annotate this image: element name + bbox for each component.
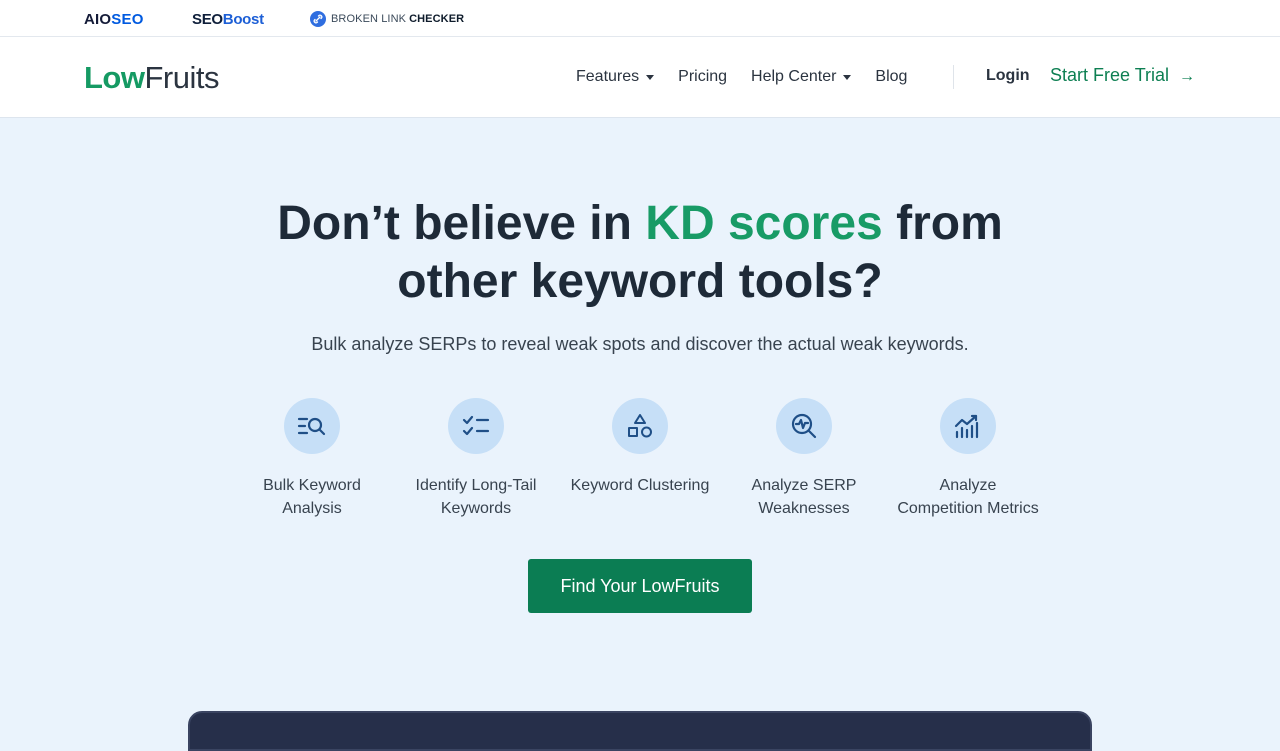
feature-label-line1: Bulk Keyword xyxy=(263,477,361,494)
chevron-down-icon xyxy=(843,75,852,80)
hero-title-part1: Don’t believe in xyxy=(277,197,646,250)
find-your-lowfruits-button[interactable]: Find Your LowFruits xyxy=(528,559,752,613)
seoboost-logo-part1: SEO xyxy=(192,10,223,28)
bulk-search-icon xyxy=(284,398,340,454)
hero-title-part2: from xyxy=(882,197,1003,250)
chart-metrics-icon xyxy=(940,398,996,454)
aioseo-logo-part2: SEO xyxy=(111,10,144,28)
aioseo-logo-part1: AIO xyxy=(84,10,112,28)
feature-serp-weaknesses: Analyze SERP Weaknesses xyxy=(722,398,886,520)
nav-item-label: Pricing xyxy=(678,68,728,85)
nav-item-pricing[interactable]: Pricing xyxy=(678,68,727,86)
hero-title-line2: other keyword tools? xyxy=(397,255,883,308)
feature-label-line2: Analysis xyxy=(282,500,342,517)
feature-label-line2: Weaknesses xyxy=(758,500,850,517)
arrow-right-icon: → xyxy=(1179,68,1196,85)
nav-item-help-center[interactable]: Help Center xyxy=(751,68,852,86)
serp-analysis-icon xyxy=(776,398,832,454)
feature-label-line1: Identify Long-Tail xyxy=(415,477,537,494)
app-preview-window xyxy=(188,711,1092,751)
feature-competition-metrics: Analyze Competition Metrics xyxy=(886,398,1050,520)
feature-label-line1: Analyze SERP xyxy=(751,477,857,494)
nav-item-label: Blog xyxy=(875,68,908,85)
main-nav: Features Pricing Help Center Blog xyxy=(576,65,931,89)
trial-label: Start Free Trial xyxy=(1050,65,1170,85)
nav-item-blog[interactable]: Blog xyxy=(875,68,907,86)
nav-item-label: Help Center xyxy=(751,68,837,85)
logo-part2: Fruits xyxy=(144,60,220,95)
feature-label-line2: Competition Metrics xyxy=(897,500,1039,517)
aioseo-logo[interactable]: AIO SEO xyxy=(84,10,144,28)
start-free-trial-link[interactable]: Start Free Trial → xyxy=(1050,65,1195,86)
nav-item-label: Features xyxy=(576,68,640,85)
hero-subtitle: Bulk analyze SERPs to reveal weak spots … xyxy=(311,334,969,354)
seoboost-logo-part2: Boost xyxy=(222,10,264,28)
nav-item-features[interactable]: Features xyxy=(576,68,655,86)
feature-label-line2: Keywords xyxy=(440,500,512,517)
broken-link-checker-logo[interactable]: BROKEN LINK CHECKER xyxy=(310,10,464,28)
feature-long-tail-keywords: Identify Long-Tail Keywords xyxy=(394,398,558,520)
seoboost-logo[interactable]: SEO Boost xyxy=(192,10,264,28)
chevron-down-icon xyxy=(646,75,655,80)
site-header: Low Fruits Features Pricing Help Center B… xyxy=(0,37,1280,118)
checklist-icon xyxy=(448,398,504,454)
nav-divider xyxy=(953,65,954,89)
feature-bulk-keyword-analysis: Bulk Keyword Analysis xyxy=(230,398,394,520)
feature-keyword-clustering: Keyword Clustering xyxy=(558,398,722,497)
hero-title-accent: KD scores xyxy=(645,197,883,250)
shapes-icon xyxy=(612,398,668,454)
feature-label-line1: Analyze xyxy=(939,477,997,494)
feature-label-line1: Keyword Clustering xyxy=(570,477,710,494)
lowfruits-logo[interactable]: Low Fruits xyxy=(84,58,219,98)
blc-logo-part2: CHECKER xyxy=(409,13,465,25)
blc-logo-part1: BROKEN LINK xyxy=(331,13,407,25)
hero-title: Don’t believe in KD scores from other ke… xyxy=(0,195,1280,311)
feature-list: Bulk Keyword Analysis Identify Long-Tail… xyxy=(230,398,1050,528)
brand-bar: AIO SEO SEO Boost BROKEN LINK CHECKER xyxy=(0,0,1280,37)
login-link[interactable]: Login xyxy=(986,67,1030,85)
logo-part1: Low xyxy=(84,60,145,95)
link-icon xyxy=(310,11,326,27)
